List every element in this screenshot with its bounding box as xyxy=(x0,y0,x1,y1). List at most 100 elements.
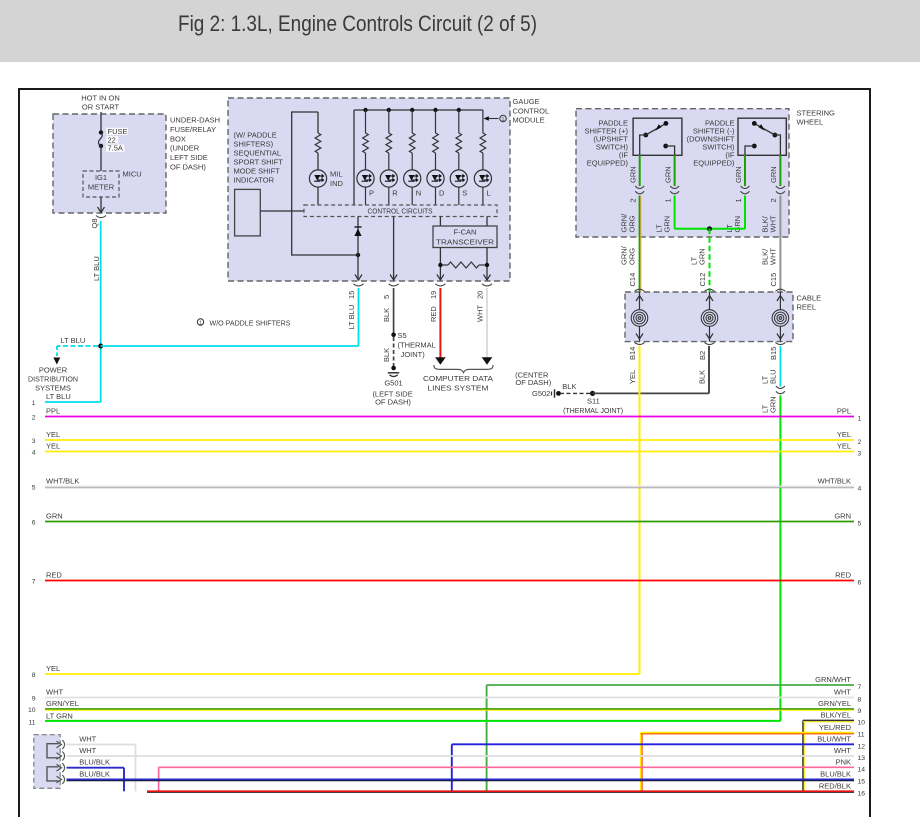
svg-text:YEL: YEL xyxy=(46,442,60,451)
svg-text:GRN: GRN xyxy=(733,216,742,233)
svg-text:OF DASH): OF DASH) xyxy=(375,398,411,407)
svg-text:9: 9 xyxy=(858,708,862,715)
svg-text:BLK: BLK xyxy=(382,308,391,322)
svg-text:2: 2 xyxy=(32,415,36,422)
svg-text:LT BLU: LT BLU xyxy=(46,392,71,401)
svg-text:GAUGE: GAUGE xyxy=(513,97,540,106)
svg-text:HOT IN ON: HOT IN ON xyxy=(81,94,120,103)
svg-text:Q8: Q8 xyxy=(90,218,99,228)
svg-text:COMPUTER DATA: COMPUTER DATA xyxy=(423,374,493,383)
svg-text:GRN/YEL: GRN/YEL xyxy=(818,699,851,708)
svg-text:15: 15 xyxy=(347,291,356,299)
svg-text:BLU/WHT: BLU/WHT xyxy=(817,735,851,744)
svg-text:GRN: GRN xyxy=(663,216,672,233)
svg-text:G501: G501 xyxy=(384,378,402,387)
svg-text:MIL: MIL xyxy=(330,170,343,179)
svg-text:16: 16 xyxy=(858,790,866,797)
svg-text:P: P xyxy=(369,189,374,198)
svg-text:SPORT SHIFT: SPORT SHIFT xyxy=(234,158,284,167)
svg-text:RED: RED xyxy=(835,571,851,580)
svg-text:BLK: BLK xyxy=(562,382,576,391)
svg-text:RED/BLK: RED/BLK xyxy=(819,782,851,791)
svg-text:MODULE: MODULE xyxy=(513,116,545,125)
svg-text:WHT/BLK: WHT/BLK xyxy=(818,477,851,486)
svg-text:GRN: GRN xyxy=(698,248,707,265)
svg-text:5: 5 xyxy=(32,485,36,492)
svg-text:F-CAN: F-CAN xyxy=(454,228,477,237)
svg-text:LT GRN: LT GRN xyxy=(46,712,73,721)
svg-text:UNDER-DASH: UNDER-DASH xyxy=(170,116,220,125)
svg-text:7: 7 xyxy=(858,684,862,691)
svg-text:9: 9 xyxy=(32,696,36,703)
svg-text:WHT: WHT xyxy=(768,248,777,265)
svg-text:WHT: WHT xyxy=(79,746,96,755)
svg-text:(W/ PADDLE: (W/ PADDLE xyxy=(234,131,277,140)
svg-text:L: L xyxy=(486,189,490,198)
svg-text:POWER: POWER xyxy=(39,366,68,375)
svg-text:ORG: ORG xyxy=(628,248,637,265)
svg-text:MICU: MICU xyxy=(123,170,142,179)
svg-text:3: 3 xyxy=(32,438,36,445)
svg-text:CONTROL CIRCUITS: CONTROL CIRCUITS xyxy=(368,207,433,216)
svg-text:GRN: GRN xyxy=(663,166,672,183)
svg-text:S5: S5 xyxy=(398,331,407,340)
svg-text:WHT: WHT xyxy=(768,215,777,232)
svg-text:WHT: WHT xyxy=(46,688,63,697)
svg-text:BOX: BOX xyxy=(170,134,186,143)
svg-text:GRN: GRN xyxy=(768,396,777,413)
svg-text:OF DASH): OF DASH) xyxy=(515,378,551,387)
svg-text:4: 4 xyxy=(858,486,862,493)
svg-text:12: 12 xyxy=(858,743,866,750)
svg-text:GRN: GRN xyxy=(834,512,851,521)
svg-text:10: 10 xyxy=(858,719,866,726)
svg-text:2: 2 xyxy=(769,198,778,202)
svg-text:RED: RED xyxy=(429,306,438,322)
svg-text:GRN: GRN xyxy=(769,166,778,183)
svg-text:LT BLU: LT BLU xyxy=(347,305,356,330)
svg-text:5: 5 xyxy=(382,295,391,299)
svg-text:BLU: BLU xyxy=(768,369,777,384)
svg-text:N: N xyxy=(416,189,421,198)
svg-text:ORG: ORG xyxy=(628,215,637,232)
svg-text:S: S xyxy=(462,189,467,198)
svg-text:B15: B15 xyxy=(769,347,778,360)
svg-text:INDICATOR: INDICATOR xyxy=(234,176,275,185)
svg-text:1: 1 xyxy=(734,198,743,202)
svg-text:SHIFTERS): SHIFTERS) xyxy=(234,140,274,149)
svg-text:BLK: BLK xyxy=(698,370,707,384)
svg-text:RED: RED xyxy=(46,571,62,580)
svg-text:15: 15 xyxy=(858,779,866,786)
svg-text:PNK: PNK xyxy=(836,758,851,767)
svg-text:11: 11 xyxy=(858,732,865,739)
svg-text:EQUIPPED): EQUIPPED) xyxy=(587,159,629,168)
svg-text:8: 8 xyxy=(858,697,862,704)
svg-text:YEL: YEL xyxy=(46,664,60,673)
svg-text:IND: IND xyxy=(330,179,344,188)
svg-text:MODE SHIFT: MODE SHIFT xyxy=(234,167,281,176)
svg-text:SYSTEMS: SYSTEMS xyxy=(35,384,71,393)
svg-text:BLU/BLK: BLU/BLK xyxy=(79,769,110,778)
svg-text:WHT: WHT xyxy=(476,305,485,322)
svg-text:BLU/BLK: BLU/BLK xyxy=(79,758,110,767)
svg-text:11: 11 xyxy=(28,720,35,727)
svg-text:LINES SYSTEM: LINES SYSTEM xyxy=(428,383,489,392)
svg-text:W/O PADDLE SHIFTERS: W/O PADDLE SHIFTERS xyxy=(210,318,291,327)
svg-text:B2: B2 xyxy=(698,351,707,360)
svg-text:WHT: WHT xyxy=(834,746,851,755)
svg-text:R: R xyxy=(392,189,398,198)
svg-text:WHEEL: WHEEL xyxy=(797,118,824,127)
svg-text:1: 1 xyxy=(663,198,672,202)
svg-text:YEL: YEL xyxy=(628,370,637,384)
svg-text:REEL: REEL xyxy=(797,303,817,312)
svg-text:CABLE: CABLE xyxy=(797,294,822,303)
svg-text:2: 2 xyxy=(629,198,638,202)
svg-text:PPL: PPL xyxy=(46,407,60,416)
svg-text:(THERMAL: (THERMAL xyxy=(398,340,436,349)
svg-text:GRN: GRN xyxy=(629,166,638,183)
svg-text:1: 1 xyxy=(858,416,862,423)
svg-text:1: 1 xyxy=(32,400,36,407)
svg-text:6: 6 xyxy=(32,520,36,527)
svg-text:BLK/YEL: BLK/YEL xyxy=(821,711,851,720)
svg-text:C14: C14 xyxy=(628,273,637,287)
svg-text:TRANSCEIVER: TRANSCEIVER xyxy=(436,237,495,246)
